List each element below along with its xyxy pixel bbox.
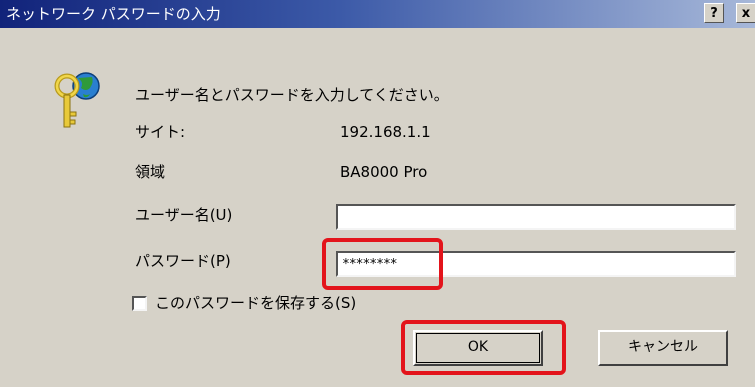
save-password-label[interactable]: このパスワードを保存する(S) [155,293,356,313]
cancel-button[interactable]: キャンセル [598,330,728,366]
password-label: パスワード(P) [135,252,231,270]
realm-value: BA8000 Pro [340,163,428,181]
help-button[interactable]: ? [704,3,724,23]
keys-icon [54,72,100,128]
title-bar[interactable]: ネットワーク パスワードの入力 ? x [0,0,755,28]
save-password-checkbox[interactable] [132,296,147,311]
username-input[interactable] [336,204,736,230]
instruction-message: ユーザー名とパスワードを入力してください。 [135,86,449,104]
username-label: ユーザー名(U) [135,206,233,224]
realm-label: 領域 [135,163,166,181]
network-password-dialog: ネットワーク パスワードの入力 ? x ユーザー名とパスワードを入力してください… [0,0,755,387]
close-button[interactable]: x [736,3,755,23]
site-label: サイト: [135,123,186,141]
window-title: ネットワーク パスワードの入力 [6,5,221,23]
password-input[interactable] [336,251,736,277]
site-value: 192.168.1.1 [340,123,431,141]
ok-button[interactable]: OK [413,330,543,366]
